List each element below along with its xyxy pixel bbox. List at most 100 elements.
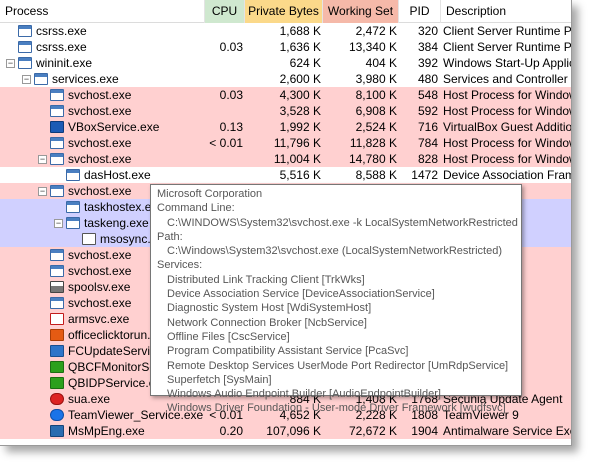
process-row[interactable]: MsMpEng.exe 0.20 107,096 K 72,672 K 1904 Anti… (0, 423, 571, 439)
process-name: QBIDPService.ex (68, 376, 162, 390)
cpu-cell (205, 71, 243, 87)
pid-cell: 384 (417, 40, 438, 54)
process-name-cell[interactable]: VBoxService.exe (0, 119, 205, 135)
pid-cell: 592 (417, 104, 438, 118)
process-name-cell[interactable]: svchost.exe (0, 87, 205, 103)
collapse-toggle-icon[interactable]: − (54, 218, 63, 228)
collapse-toggle-icon[interactable]: − (38, 154, 47, 164)
process-name-cell[interactable]: svchost.exe (0, 103, 205, 119)
description-cell: Client Server Runtime Proc (443, 24, 572, 38)
window-icon (50, 249, 64, 261)
collapse-toggle-icon[interactable]: − (6, 58, 15, 68)
working-set-cell: 3,980 K (355, 72, 397, 86)
process-name: svchost.exe (68, 264, 132, 278)
cpu-cell (205, 23, 243, 39)
process-name-cell[interactable]: − wininit.exe (0, 55, 205, 71)
window-icon (66, 169, 80, 181)
description-cell: Antimalware Service Execu (443, 424, 571, 438)
process-row[interactable]: VBoxService.exe 0.13 1,992 K 2,524 K 716 Virt… (0, 119, 571, 135)
private-bytes-cell: 2,600 K (279, 72, 321, 86)
printer-icon (50, 281, 64, 293)
cpu-cell (205, 103, 243, 119)
process-row[interactable]: − wininit.exe 624 K 404 K 392 Windows Start-U… (0, 55, 572, 71)
process-row[interactable]: − services.exe 2,600 K 3,980 K 480 Services a… (0, 71, 572, 87)
cpu-cell (205, 55, 243, 71)
window-icon (34, 73, 48, 85)
process-row[interactable]: svchost.exe 3,528 K 6,908 K 592 Host Process… (0, 103, 571, 119)
process-name: spoolsv.exe (68, 280, 131, 294)
process-name-cell[interactable]: csrss.exe (0, 39, 205, 55)
window-icon (66, 217, 80, 229)
tooltip-line: C:\WINDOWS\System32\svchost.exe -k Local… (167, 216, 518, 229)
tooltip-line: Network Connection Broker [NcbService] (167, 316, 367, 329)
column-description[interactable]: Description (441, 0, 571, 23)
cpu-cell (205, 167, 243, 183)
process-name-cell[interactable]: csrss.exe (0, 23, 205, 39)
description-cell: Services and Controller ap (443, 72, 572, 86)
window-icon (66, 201, 80, 213)
pid-cell: 480 (417, 72, 438, 86)
process-row[interactable]: csrss.exe 0.03 1,636 K 13,340 K 384 Client Se… (0, 39, 572, 55)
process-name: svchost.exe (68, 184, 132, 198)
column-header: Process CPU Private Bytes Working Set PI… (0, 0, 571, 23)
description-cell: Host Process for Windows (443, 152, 572, 166)
office-icon (50, 329, 64, 341)
cpu-cell: 0.20 (219, 424, 243, 438)
process-row[interactable]: − svchost.exe 11,004 K 14,780 K 828 Host Proc… (0, 151, 572, 167)
pid-cell: 320 (417, 24, 438, 38)
window-icon (18, 25, 32, 37)
vbox-icon (50, 121, 64, 133)
column-pid[interactable]: PID (399, 0, 441, 23)
pid-cell: 716 (417, 120, 438, 134)
teamviewer-icon (50, 409, 64, 421)
window-icon (50, 89, 64, 101)
working-set-cell: 2,524 K (355, 120, 397, 134)
process-explorer-window: Process CPU Private Bytes Working Set PI… (0, 0, 572, 446)
description-cell: Host Process for Windows (443, 88, 572, 102)
tooltip-line: Microsoft Corporation (157, 188, 263, 200)
process-row[interactable]: dasHost.exe 5,516 K 8,588 K 1472 Device Asso… (0, 167, 571, 183)
process-row[interactable]: svchost.exe < 0.01 11,796 K 11,828 K 784 Host… (0, 135, 571, 151)
process-name: svchost.exe (68, 152, 132, 166)
process-name: armsvc.exe (68, 312, 130, 326)
collapse-toggle-icon[interactable]: − (38, 186, 47, 196)
adobe-icon (50, 313, 64, 325)
process-name-cell[interactable]: dasHost.exe (0, 167, 205, 183)
tooltip-line: Windows Driver Foundation - User-mode Dr… (167, 402, 506, 415)
tooltip-line: Device Association Service [DeviceAssoci… (167, 288, 435, 301)
cpu-cell (205, 151, 243, 167)
tooltip-line: Command Line: (157, 202, 235, 215)
tooltip-line: Path: (157, 230, 183, 243)
private-bytes-cell: 1,688 K (279, 24, 321, 38)
window-icon (50, 297, 64, 309)
column-private-bytes[interactable]: Private Bytes (245, 0, 323, 23)
column-working-set[interactable]: Working Set (323, 0, 399, 23)
window-icon (18, 41, 32, 53)
description-cell: Windows Start-Up Applicat (443, 56, 572, 70)
cpu-cell: < 0.01 (209, 136, 243, 150)
process-name: svchost.exe (68, 88, 132, 102)
private-bytes-cell: 1,636 K (279, 40, 321, 54)
working-set-cell: 2,472 K (355, 24, 397, 38)
process-name: taskeng.exe (84, 216, 149, 230)
window-icon (18, 57, 32, 69)
tooltip-line: C:\Windows\System32\svchost.exe (LocalSy… (167, 245, 502, 258)
process-row[interactable]: svchost.exe 0.03 4,300 K 8,100 K 548 Host Pro… (0, 87, 572, 103)
process-name: svchost.exe (68, 248, 132, 262)
process-name: services.exe (52, 72, 119, 86)
description-cell: Client Server Runtime Proc (443, 40, 572, 54)
process-name-cell[interactable]: MsMpEng.exe (0, 423, 205, 439)
process-name-cell[interactable]: − svchost.exe (0, 151, 205, 167)
cpu-cell: 0.03 (219, 40, 243, 54)
column-cpu[interactable]: CPU (205, 0, 245, 23)
pid-cell: 548 (417, 88, 438, 102)
process-name-cell[interactable]: svchost.exe (0, 135, 205, 151)
column-process[interactable]: Process (0, 0, 205, 23)
private-bytes-cell: 11,796 K (273, 136, 321, 150)
working-set-cell: 6,908 K (355, 104, 397, 118)
private-bytes-cell: 107,096 K (266, 424, 321, 438)
collapse-toggle-icon[interactable]: − (22, 74, 31, 84)
process-row[interactable]: csrss.exe 1,688 K 2,472 K 320 Client Server … (0, 23, 572, 39)
process-name-cell[interactable]: − services.exe (0, 71, 205, 87)
process-name: sua.exe (68, 392, 111, 406)
